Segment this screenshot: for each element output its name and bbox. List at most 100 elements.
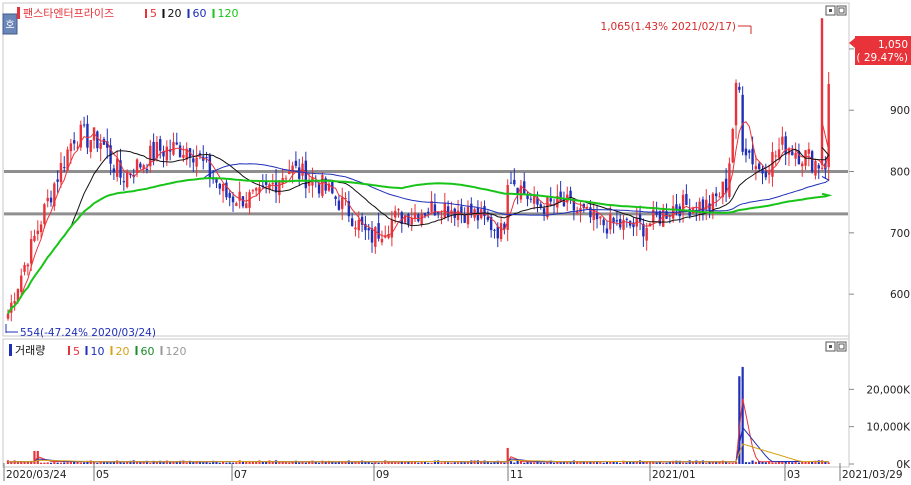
volume-bar [619,462,622,464]
volume-bar [56,462,59,464]
candle-body [59,163,63,183]
volume-bar [460,462,463,464]
volume-bar [159,460,162,464]
volume-bar [552,462,556,464]
volume-bar [43,462,46,464]
volume-bar [447,462,450,464]
legend-ma-5: 5 [150,7,157,20]
candle-body [6,313,10,319]
candle-body [56,179,59,182]
candle-body [370,228,374,243]
candle-body [36,230,39,235]
volume-bar [807,461,810,464]
volume-bar [523,462,526,464]
candle-body [337,200,341,210]
volume-bar [801,461,804,464]
volume-bar [586,462,589,464]
volume-bar [16,462,20,464]
volume-bar [675,460,678,464]
legend-vol-10: 10 [91,345,105,358]
volume-bar [360,460,364,464]
candle-body [172,142,175,155]
candle-body [738,86,741,90]
price-panel-buttons [825,5,847,16]
candle-body [542,208,546,214]
volume-bar [228,462,231,464]
candle-body [228,193,231,198]
volume-bar [642,461,645,464]
candle-body [96,131,99,149]
candle-body [466,206,470,225]
legend-marker [187,9,190,18]
price-tick-label: 900 [890,105,910,117]
candle-body [437,212,440,214]
price-tick-label: 600 [890,289,910,301]
maximize-button[interactable] [836,341,847,352]
volume-bar [503,462,506,464]
candle-body [748,150,751,153]
volume-bar [397,462,400,464]
volume-bar [602,462,605,464]
volume-bar [225,462,228,464]
volume-bar [185,462,188,464]
volume-bar [741,366,744,464]
volume-bar [466,462,470,464]
candle-body [102,139,106,145]
volume-bar [705,462,708,464]
minimize-icon [829,345,832,348]
volume-ma-10-line [7,426,829,463]
volume-bar [612,461,615,464]
candle-body [463,215,466,223]
candle-body [238,191,241,201]
volume-bar [321,460,324,464]
candle-body [794,152,797,159]
volume-bar [566,462,569,464]
low-annotation-label: 554(-47.24% 2020/03/24) [20,327,156,339]
ma-120-line [7,177,833,315]
candle-body [493,229,496,231]
volume-bar [529,462,532,464]
volume-legend: 거래량 5 10 20 60 120 [9,344,187,358]
volume-bar [46,462,49,464]
candle-body [251,190,255,192]
candle-body [192,158,195,163]
candle-body [731,128,734,163]
candle-body [390,220,394,238]
date-tick-label: 2021/01 [652,469,696,481]
volume-bar [79,462,82,464]
volume-bar [599,462,602,464]
volume-bar [655,462,658,464]
volume-bar [394,462,397,464]
volume-bar [417,462,420,464]
candle-body [767,172,771,175]
price-tick-label: 700 [890,228,910,240]
volume-ma-20-line [7,443,829,463]
date-tick-label: 2021/03/29 [842,469,903,481]
volume-bar [490,462,493,464]
current-price-pointer [849,38,855,48]
volume-bar [298,462,301,464]
volume-bar [337,462,341,464]
volume-bar [615,462,618,464]
high-annotation: 1,065(1.43% 2021/02/17) [601,21,752,34]
price-panel-frame [2,2,850,337]
volume-panel-buttons [825,341,847,352]
volume-bar [774,462,777,464]
candle-body [814,160,817,176]
volume-bar [235,462,238,464]
date-tick-label: 07 [234,469,247,481]
candle-body [784,136,787,155]
candle-body [764,171,768,178]
candle-body [513,179,516,185]
maximize-button[interactable] [836,5,847,16]
candle-body [89,139,92,152]
candle-body [413,212,417,219]
legend-marker [135,346,138,355]
volume-bar [96,462,99,464]
volume-tick-label: 10,000K [866,422,911,434]
volume-bar [440,462,443,464]
candle-body [526,195,529,200]
candle-body [781,136,784,145]
volume-bar [404,462,407,464]
candle-body [595,213,599,220]
